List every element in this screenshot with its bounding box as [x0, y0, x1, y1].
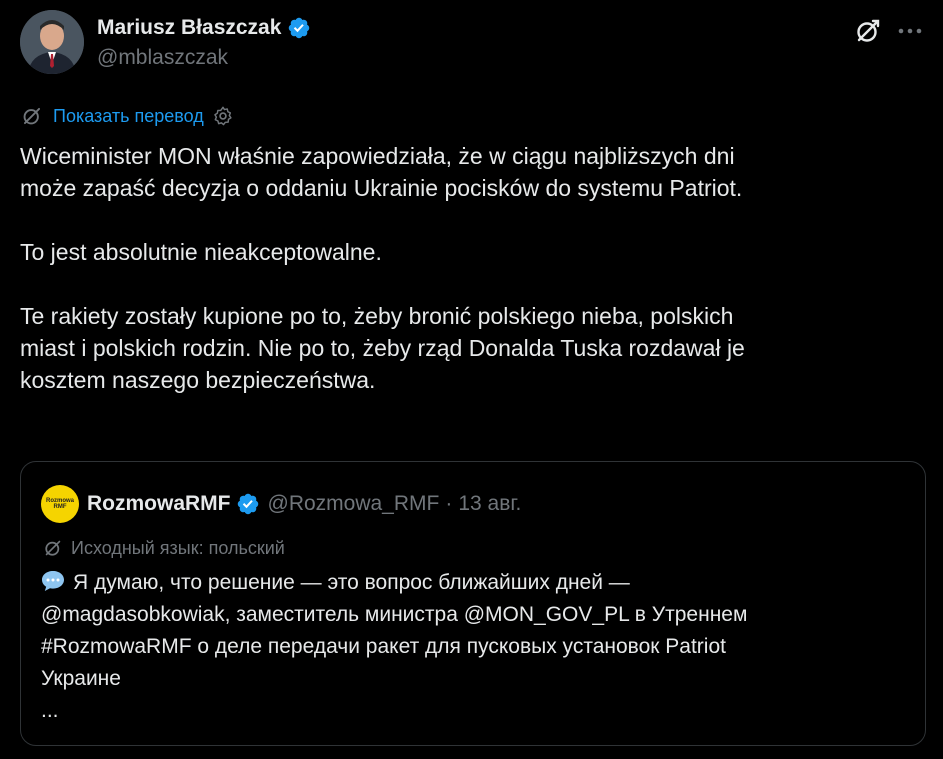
separator-dot: · [445, 492, 453, 515]
more-icon [898, 28, 922, 34]
quoted-avatar-logo-text: Rozmowa RMF [45, 498, 74, 510]
tweet-text: Wiceminister MON właśnie zapowiedziała, … [20, 143, 745, 393]
quoted-text-ellipsis: ... [41, 699, 59, 722]
quoted-tweet[interactable]: Rozmowa RMF RozmowaRMF @Rozmowa_RMF · 13… [20, 461, 926, 746]
quoted-author-name[interactable]: RozmowaRMF [87, 492, 231, 516]
quoted-tweet-header: Rozmowa RMF RozmowaRMF @Rozmowa_RMF · 13… [41, 484, 521, 524]
quoted-text-line-0: Я думаю, что решение — это вопрос ближай… [73, 571, 630, 594]
author-name[interactable]: Mariusz Błaszczak [97, 16, 281, 40]
quoted-tweet-date[interactable]: 13 авг. [458, 492, 521, 516]
quoted-tweet-text: Я думаю, что решение — это вопрос ближай… [41, 567, 901, 727]
gear-icon[interactable] [212, 105, 234, 127]
author-name-row: Mariusz Błaszczak [97, 16, 311, 40]
tweet-header: Mariusz Błaszczak @mblaszczak [20, 10, 925, 76]
grok-icon [23, 107, 41, 125]
quoted-text-line: Я думаю, что решение — это вопрос ближай… [41, 567, 901, 599]
author-avatar[interactable] [20, 10, 84, 74]
quoted-author-avatar[interactable]: Rozmowa RMF [41, 485, 79, 523]
grok-icon [857, 19, 880, 42]
translate-row: Показать перевод [21, 104, 234, 128]
quoted-author-handle[interactable]: @Rozmowa_RMF [268, 492, 440, 516]
quoted-text-line-3: Украине [41, 667, 121, 690]
quoted-text-line-2: #RozmowaRMF о деле передачи ракет для пу… [41, 635, 726, 658]
source-language-row: Исходный язык: польский [43, 536, 285, 560]
source-language-label: Исходный язык: польский [71, 537, 285, 558]
verified-badge-icon [289, 17, 310, 39]
quoted-text-line-1: @magdasobkowiak, заместитель министра @M… [41, 603, 748, 626]
verified-badge-icon [237, 493, 258, 515]
speech-bubble-icon [42, 571, 64, 591]
author-handle[interactable]: @mblaszczak [97, 46, 228, 70]
grok-icon [45, 540, 61, 556]
more-button[interactable] [895, 14, 925, 48]
grok-button[interactable] [851, 14, 885, 48]
show-translation-link[interactable]: Показать перевод [53, 106, 204, 127]
